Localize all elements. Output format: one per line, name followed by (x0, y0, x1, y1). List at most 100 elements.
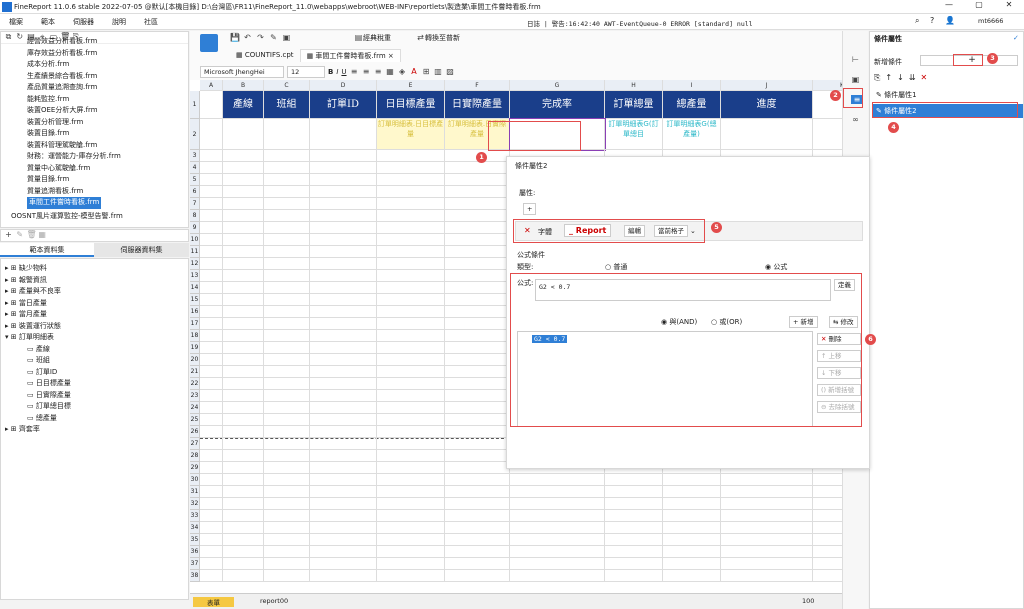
cell[interactable] (377, 198, 445, 210)
header-cell[interactable]: 產線 (223, 91, 264, 119)
cell[interactable] (721, 474, 813, 486)
tree-item[interactable]: 成本分析.frm (27, 59, 188, 71)
cell[interactable] (200, 438, 223, 450)
cell[interactable] (377, 438, 445, 450)
cell[interactable] (223, 318, 264, 330)
cell[interactable] (377, 282, 445, 294)
row-header[interactable]: 12 (190, 258, 200, 270)
column-header[interactable]: I (663, 80, 721, 91)
cell[interactable] (445, 222, 510, 234)
cell[interactable] (445, 486, 510, 498)
cell[interactable] (445, 282, 510, 294)
cell[interactable] (200, 150, 223, 162)
cell[interactable] (377, 414, 445, 426)
tree-item[interactable]: 質量目錄.frm (27, 174, 188, 186)
cell[interactable] (310, 378, 377, 390)
cell[interactable] (605, 510, 663, 522)
cell[interactable] (377, 546, 445, 558)
tree-item-selected[interactable]: 車間工件嘗時看板.frm (27, 197, 102, 209)
chart-icon[interactable]: ▥ (434, 67, 443, 76)
cell[interactable] (223, 186, 264, 198)
column-header[interactable]: K (813, 80, 842, 91)
cell[interactable] (510, 570, 605, 582)
row-header[interactable]: 3 (190, 150, 200, 162)
cell[interactable] (813, 570, 842, 582)
row-header[interactable]: 33 (190, 510, 200, 522)
row-header[interactable]: 21 (190, 366, 200, 378)
row-header[interactable]: 22 (190, 378, 200, 390)
cell[interactable] (445, 462, 510, 474)
row-header[interactable]: 32 (190, 498, 200, 510)
cell[interactable] (200, 342, 223, 354)
cell[interactable] (445, 330, 510, 342)
cell[interactable] (200, 414, 223, 426)
cell[interactable] (200, 570, 223, 582)
cell[interactable] (721, 119, 813, 150)
cell[interactable] (200, 258, 223, 270)
menu-file[interactable]: 檔案 (0, 17, 32, 27)
cell[interactable] (605, 570, 663, 582)
cell[interactable] (377, 354, 445, 366)
dataset-item[interactable]: ▸ ⊞ 當日產量 (5, 298, 188, 310)
header-cell[interactable]: 日目標產量 (377, 91, 445, 119)
cell[interactable] (377, 558, 445, 570)
cell[interactable] (310, 162, 377, 174)
cell[interactable] (310, 318, 377, 330)
cell[interactable] (200, 270, 223, 282)
cell[interactable] (445, 258, 510, 270)
doc-tab-active[interactable]: ▦ 車間工件嘗時看板.frm × (299, 49, 401, 62)
move-up-icon[interactable]: ↑ (885, 73, 892, 83)
cell[interactable] (377, 426, 445, 438)
hyperlink-icon[interactable]: ∞ (851, 115, 860, 124)
header-cell[interactable]: 訂單ID (310, 91, 377, 119)
cell[interactable] (377, 402, 445, 414)
cell[interactable] (264, 162, 310, 174)
cell[interactable] (663, 510, 721, 522)
cell[interactable] (663, 474, 721, 486)
move-down-icon[interactable]: ↓ (897, 73, 904, 83)
cell[interactable] (721, 510, 813, 522)
type-formula-radio[interactable]: ◉ 公式 (765, 262, 787, 272)
type-normal-radio[interactable]: ○ 普通 (605, 262, 627, 272)
merge-icon[interactable]: ⊞ (422, 67, 431, 76)
menu-community[interactable]: 社區 (135, 17, 167, 27)
cell[interactable] (813, 546, 842, 558)
row-header[interactable]: 14 (190, 282, 200, 294)
cell[interactable] (310, 330, 377, 342)
row-header[interactable]: 38 (190, 570, 200, 582)
cell[interactable] (264, 222, 310, 234)
column-header[interactable]: D (310, 80, 377, 91)
cell[interactable] (200, 498, 223, 510)
cell[interactable] (813, 119, 842, 150)
cell[interactable] (605, 534, 663, 546)
cell[interactable] (445, 534, 510, 546)
row-header[interactable]: 13 (190, 270, 200, 282)
row-header[interactable]: 35 (190, 534, 200, 546)
cell[interactable] (663, 498, 721, 510)
cell[interactable] (200, 246, 223, 258)
cell[interactable] (223, 438, 264, 450)
tree-item[interactable]: 質量中心駕駛艙.frm (27, 163, 188, 175)
cell[interactable] (264, 330, 310, 342)
dataset-item[interactable]: ▸ ⊞ 缺少物料 (5, 263, 188, 275)
cell[interactable] (510, 558, 605, 570)
cell[interactable] (264, 414, 310, 426)
cell[interactable] (264, 210, 310, 222)
bold-button[interactable]: B (328, 68, 333, 76)
redo-icon[interactable]: ↷ (256, 33, 265, 42)
tab-server-dataset[interactable]: 伺服器資料集 (94, 243, 189, 257)
align-right-icon[interactable]: ≡ (374, 67, 383, 76)
cell[interactable] (813, 558, 842, 570)
field-item[interactable]: ▭ 日目標產量 (5, 378, 188, 390)
cell[interactable] (310, 234, 377, 246)
field-item[interactable]: ▭ 總產量 (5, 413, 188, 425)
cell-attr-icon[interactable]: ⊢ (851, 55, 860, 64)
cell[interactable] (377, 258, 445, 270)
cell[interactable] (264, 306, 310, 318)
cell[interactable] (223, 246, 264, 258)
cell[interactable] (663, 558, 721, 570)
cell[interactable] (445, 366, 510, 378)
cell[interactable] (310, 306, 377, 318)
cell[interactable] (200, 186, 223, 198)
doc-tab[interactable]: ▦ COUNTIFS.cpt (230, 49, 300, 62)
